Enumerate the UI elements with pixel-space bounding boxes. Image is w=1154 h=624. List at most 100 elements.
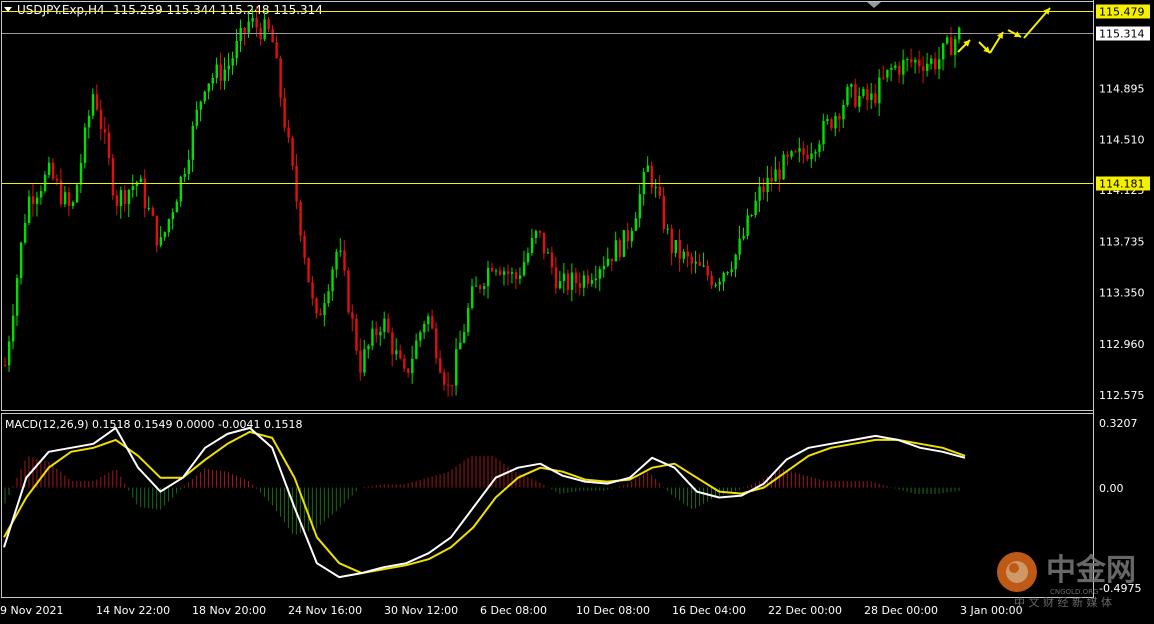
- candle-body: [123, 190, 127, 204]
- candle-body: [830, 119, 833, 129]
- candle-body: [938, 59, 941, 70]
- candle-body: [802, 148, 805, 155]
- candle-body: [574, 272, 578, 284]
- candle-body: [910, 59, 913, 63]
- watermark-tagline: 中 文 财 经 新 媒 体: [1014, 595, 1112, 609]
- candle-body: [582, 275, 586, 288]
- chart-window[interactable]: USDJPY.Exp,H4 115.259 115.344 115.248 11…: [0, 0, 1154, 620]
- candle-body: [722, 272, 725, 282]
- candle-body: [854, 84, 857, 107]
- candle-body: [778, 169, 781, 180]
- candle-body: [502, 271, 506, 275]
- candle-body: [135, 182, 139, 187]
- candle-body: [654, 186, 658, 188]
- candle-body: [27, 196, 31, 223]
- candle-body: [806, 154, 809, 160]
- candle-body: [746, 215, 749, 236]
- candle-body: [658, 186, 662, 197]
- candle-body: [151, 207, 155, 216]
- candle-body: [375, 328, 378, 336]
- candle-body: [526, 253, 530, 263]
- candle-body: [115, 195, 119, 207]
- price-tick: 112.575: [1099, 389, 1145, 402]
- candle-body: [674, 240, 677, 254]
- candle-body: [323, 303, 326, 316]
- candle-body: [291, 137, 294, 166]
- candle-body: [662, 196, 666, 230]
- candle-body: [630, 230, 634, 242]
- candle-body: [858, 95, 861, 107]
- candle-body: [195, 109, 198, 126]
- candle-body: [147, 207, 151, 209]
- candle-body: [486, 267, 490, 287]
- candle-body: [610, 258, 614, 262]
- candle-body: [686, 251, 689, 257]
- time-tick: 28 Dec 00:00: [864, 604, 938, 617]
- candle-body: [622, 230, 626, 257]
- macd-tick: 0.3207: [1099, 417, 1138, 430]
- candle-body: [898, 65, 901, 75]
- candle-body: [646, 165, 650, 172]
- candle-body: [299, 201, 302, 236]
- candle-body: [111, 158, 115, 196]
- candle-body: [762, 186, 765, 193]
- candle-body: [902, 59, 905, 75]
- candle-body: [67, 192, 71, 207]
- candle-body: [235, 41, 238, 59]
- candle-body: [850, 84, 853, 87]
- candle-body: [550, 252, 554, 268]
- candle-body: [383, 318, 386, 332]
- candle-body: [774, 169, 777, 182]
- ohlc-readout: 115.259 115.344 115.248 115.314: [113, 3, 323, 17]
- candle-body: [479, 285, 482, 289]
- candle-body: [391, 332, 394, 355]
- candle-body: [682, 251, 685, 259]
- candle-body: [435, 328, 438, 359]
- time-tick: 18 Nov 20:00: [192, 604, 266, 617]
- candle-body: [758, 186, 761, 201]
- candle-body: [35, 197, 39, 204]
- price-tick: 114.510: [1099, 133, 1145, 146]
- candle-body: [247, 21, 250, 33]
- candle-body: [47, 162, 51, 175]
- candle-body: [331, 269, 334, 292]
- candle-body: [451, 385, 454, 387]
- candle-body: [4, 365, 7, 367]
- candle-body: [634, 218, 638, 231]
- candle-body: [866, 88, 869, 100]
- candle-body: [143, 178, 147, 209]
- candle-body: [754, 200, 757, 215]
- candle-body: [315, 298, 318, 314]
- candle-body: [578, 283, 582, 288]
- candle-body: [618, 240, 622, 257]
- candle-body: [918, 59, 921, 67]
- candle-body: [15, 278, 19, 316]
- candle-body: [107, 132, 111, 159]
- candle-body: [179, 176, 183, 202]
- candle-body: [602, 265, 606, 270]
- candle-body: [922, 66, 925, 71]
- candle-body: [283, 97, 286, 128]
- candle-body: [506, 271, 510, 274]
- candle-body: [926, 63, 929, 71]
- candle-body: [243, 27, 246, 33]
- candle-body: [522, 262, 526, 276]
- candle-body: [271, 29, 274, 43]
- candle-body: [842, 105, 845, 120]
- price-tick: 113.350: [1099, 286, 1145, 299]
- candle-body: [598, 269, 602, 279]
- price-tick: 113.735: [1099, 236, 1145, 249]
- candle-body: [51, 162, 55, 179]
- candle-body: [870, 93, 873, 100]
- candle-body: [734, 254, 737, 270]
- candle-body: [826, 119, 829, 121]
- candle-body: [55, 178, 59, 181]
- candle-body: [946, 37, 949, 44]
- candle-body: [638, 194, 642, 219]
- candle-body: [11, 315, 15, 342]
- candle-body: [355, 318, 358, 351]
- candle-body: [650, 165, 654, 188]
- candle-body: [742, 235, 745, 239]
- candle-body: [467, 307, 470, 333]
- candle-body: [702, 265, 705, 267]
